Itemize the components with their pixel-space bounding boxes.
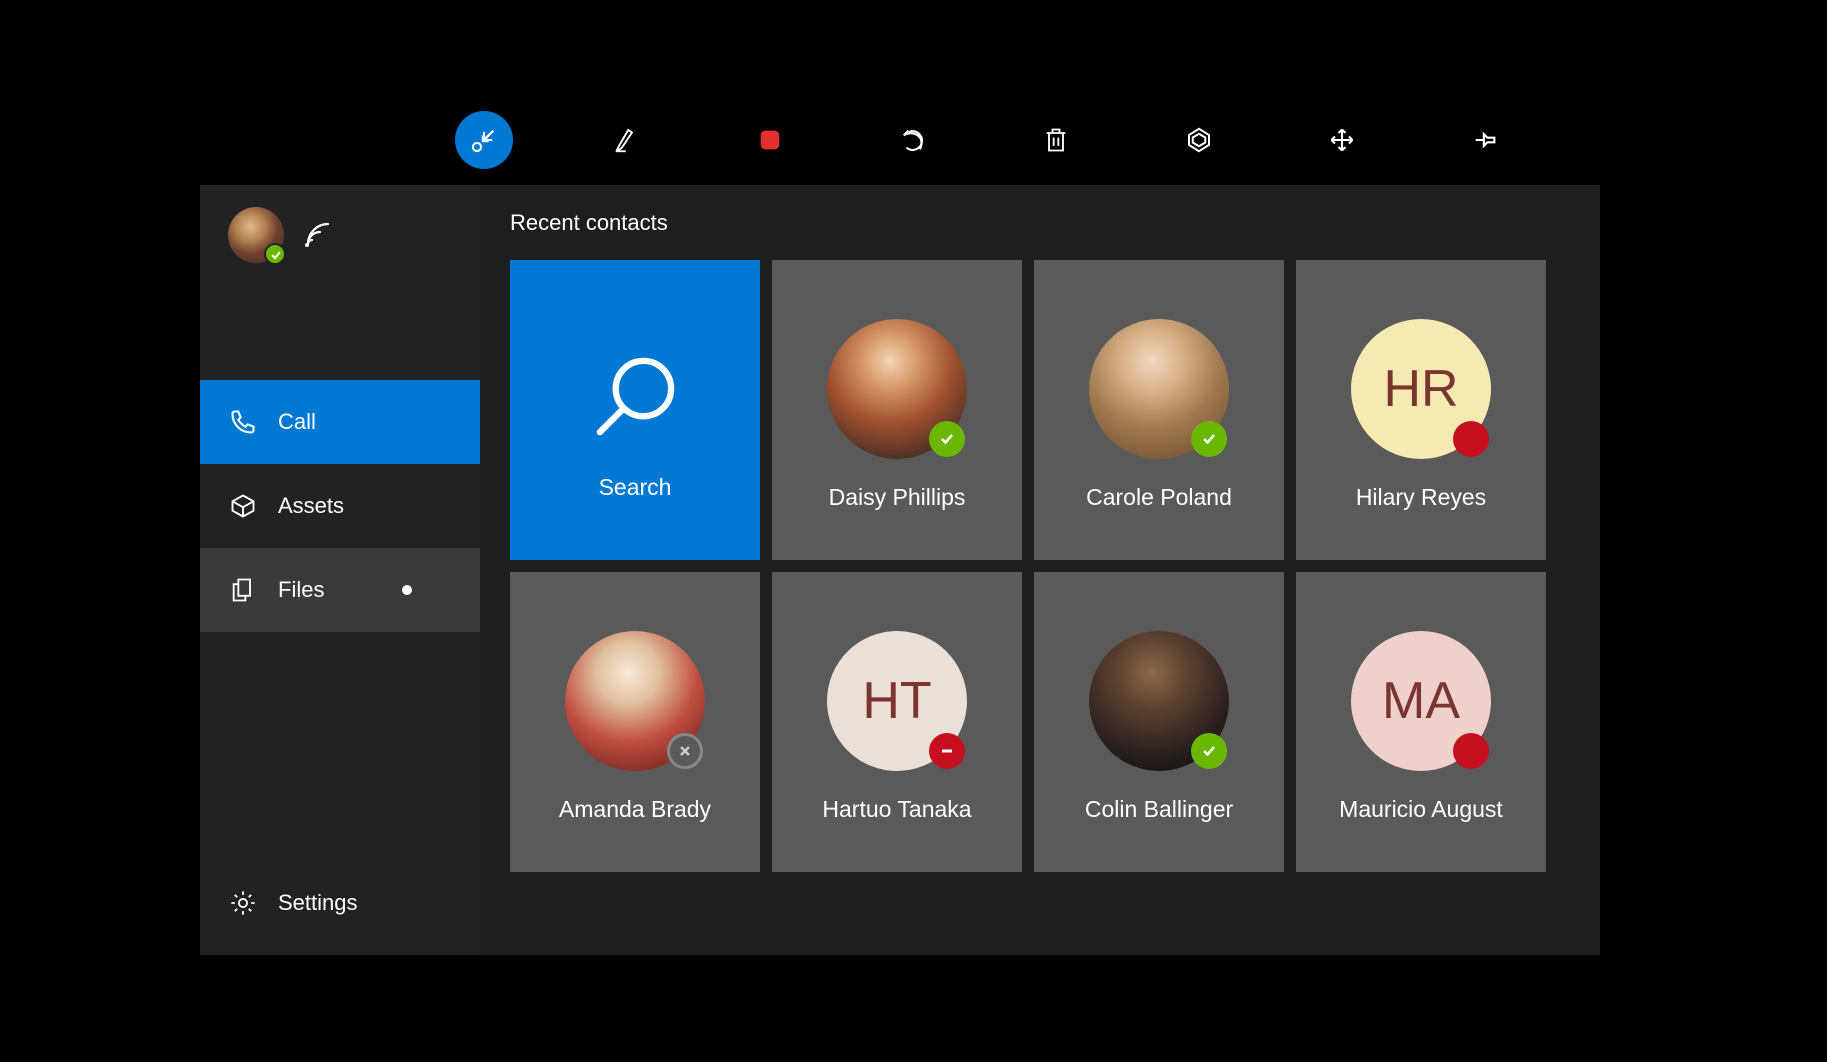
contact-tile[interactable]: HR Hilary Reyes — [1296, 260, 1546, 560]
tile-label: Amanda Brady — [559, 796, 711, 823]
toolbar — [200, 100, 1600, 180]
status-available-icon — [929, 421, 965, 457]
contact-avatar: HT — [827, 631, 967, 771]
nav-label: Files — [278, 577, 324, 603]
contact-tile[interactable]: MA Mauricio August — [1296, 572, 1546, 872]
collapse-button[interactable] — [455, 111, 513, 169]
notification-badge — [402, 585, 412, 595]
search-tile[interactable]: Search — [510, 260, 760, 560]
nav-label: Settings — [278, 890, 358, 916]
nav-item-files[interactable]: Files — [200, 548, 480, 632]
files-icon — [228, 576, 258, 604]
contact-avatar — [565, 631, 705, 771]
app-window: Call Assets Files — [200, 185, 1600, 955]
nav-item-assets[interactable]: Assets — [200, 464, 480, 548]
pin-icon — [1471, 126, 1499, 154]
nav-item-call[interactable]: Call — [200, 380, 480, 464]
search-icon — [588, 349, 683, 444]
tile-label: Carole Poland — [1086, 484, 1232, 511]
pen-icon — [612, 125, 642, 155]
trash-icon — [1042, 126, 1070, 154]
tile-label: Daisy Phillips — [829, 484, 966, 511]
pin-button[interactable] — [1456, 111, 1514, 169]
status-busy-icon — [1453, 733, 1489, 769]
nav-label: Call — [278, 409, 316, 435]
sidebar: Call Assets Files — [200, 185, 480, 955]
stop-record-button[interactable] — [741, 111, 799, 169]
initials-text: MA — [1382, 671, 1460, 731]
sidebar-header — [200, 185, 480, 285]
box-icon — [228, 492, 258, 520]
contact-avatar: MA — [1351, 631, 1491, 771]
wifi-icon — [302, 222, 334, 248]
phone-icon — [228, 408, 258, 436]
check-icon — [269, 248, 283, 262]
page-title: Recent contacts — [510, 210, 1570, 236]
contact-tile[interactable]: HT Hartuo Tanaka — [772, 572, 1022, 872]
status-available-icon — [1191, 421, 1227, 457]
contact-avatar — [1089, 319, 1229, 459]
collapse-icon — [470, 126, 498, 154]
contacts-grid: Search Daisy Phillips Carole Poland — [510, 260, 1570, 872]
undo-button[interactable] — [884, 111, 942, 169]
tile-label: Mauricio August — [1339, 796, 1503, 823]
move-icon — [1328, 126, 1356, 154]
move-button[interactable] — [1313, 111, 1371, 169]
tile-label: Hilary Reyes — [1356, 484, 1486, 511]
status-available-icon — [1191, 733, 1227, 769]
nav-label: Assets — [278, 493, 344, 519]
gear-icon — [228, 889, 258, 917]
contact-tile[interactable]: Daisy Phillips — [772, 260, 1022, 560]
user-avatar[interactable] — [228, 207, 284, 263]
delete-button[interactable] — [1027, 111, 1085, 169]
nav-item-settings[interactable]: Settings — [200, 861, 480, 945]
status-busy-icon — [929, 733, 965, 769]
contact-tile[interactable]: Carole Poland — [1034, 260, 1284, 560]
hololens-button[interactable] — [1170, 111, 1228, 169]
main-panel: Recent contacts Search Daisy Phillips — [480, 185, 1600, 955]
contact-tile[interactable]: Amanda Brady — [510, 572, 760, 872]
contact-avatar — [1089, 631, 1229, 771]
contact-avatar — [827, 319, 967, 459]
contact-tile[interactable]: Colin Ballinger — [1034, 572, 1284, 872]
tile-label: Search — [599, 474, 672, 501]
stop-icon — [756, 126, 784, 154]
sidebar-nav: Call Assets Files — [200, 380, 480, 861]
sidebar-footer: Settings — [200, 861, 480, 955]
undo-icon — [899, 126, 927, 154]
contact-avatar: HR — [1351, 319, 1491, 459]
status-busy-icon — [1453, 421, 1489, 457]
pen-button[interactable] — [598, 111, 656, 169]
tile-label: Colin Ballinger — [1085, 796, 1233, 823]
hexagon-icon — [1184, 125, 1214, 155]
tile-label: Hartuo Tanaka — [822, 796, 971, 823]
initials-text: HT — [862, 671, 931, 731]
initials-text: HR — [1383, 359, 1458, 419]
status-offline-icon — [667, 733, 703, 769]
